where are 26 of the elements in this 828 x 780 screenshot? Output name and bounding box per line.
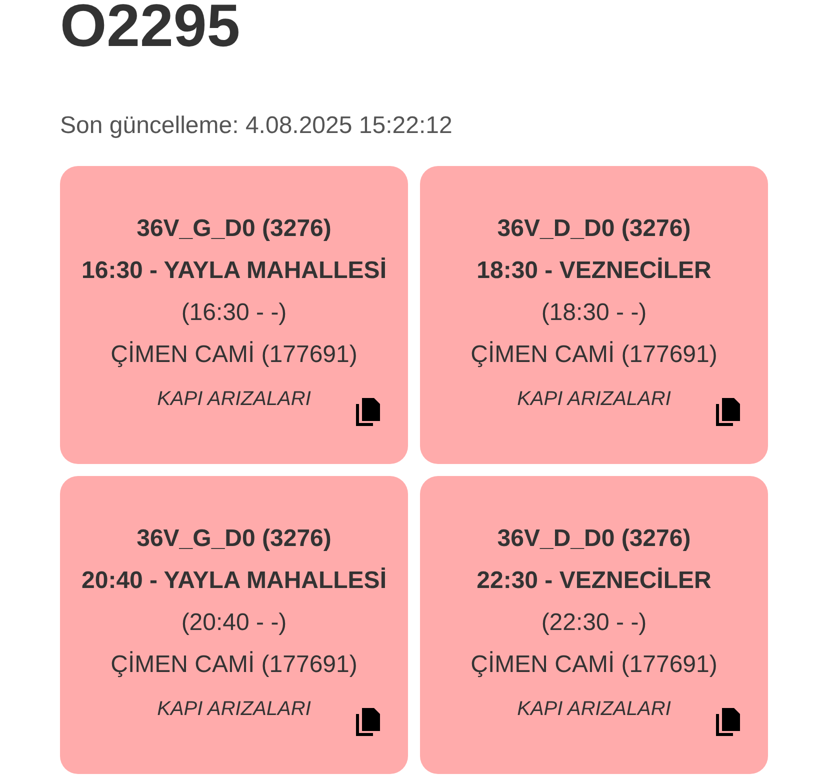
- route-title: 36V_D_D0 (3276): [497, 524, 691, 554]
- stop-name: ÇİMEN CAMİ (177691): [110, 650, 358, 680]
- copy-icon[interactable]: [356, 398, 380, 426]
- trip-title: 18:30 - VEZNECİLER: [476, 256, 712, 286]
- stop-name: ÇİMEN CAMİ (177691): [470, 340, 718, 370]
- trip-title: 22:30 - VEZNECİLER: [476, 566, 712, 596]
- note-text: KAPI ARIZALARI: [517, 697, 671, 722]
- copy-icon[interactable]: [356, 708, 380, 736]
- route-title: 36V_D_D0 (3276): [497, 214, 691, 244]
- route-title: 36V_G_D0 (3276): [136, 524, 332, 554]
- trip-title: 16:30 - YAYLA MAHALLESİ: [82, 256, 386, 286]
- stop-name: ÇİMEN CAMİ (177691): [470, 650, 718, 680]
- trip-title: 20:40 - YAYLA MAHALLESİ: [82, 566, 386, 596]
- trip-times: (18:30 - -): [541, 298, 647, 328]
- trip-times: (20:40 - -): [181, 608, 287, 638]
- stop-name: ÇİMEN CAMİ (177691): [110, 340, 358, 370]
- note-text: KAPI ARIZALARI: [157, 387, 311, 412]
- copy-icon[interactable]: [716, 398, 740, 426]
- trip-times: (22:30 - -): [541, 608, 647, 638]
- route-title: 36V_G_D0 (3276): [136, 214, 332, 244]
- trip-times: (16:30 - -): [181, 298, 287, 328]
- note-text: KAPI ARIZALARI: [517, 387, 671, 412]
- last-update-text: Son güncelleme: 4.08.2025 15:22:12: [60, 111, 454, 141]
- page-title: O2295: [60, 0, 242, 52]
- copy-icon[interactable]: [716, 708, 740, 736]
- note-text: KAPI ARIZALARI: [157, 697, 311, 722]
